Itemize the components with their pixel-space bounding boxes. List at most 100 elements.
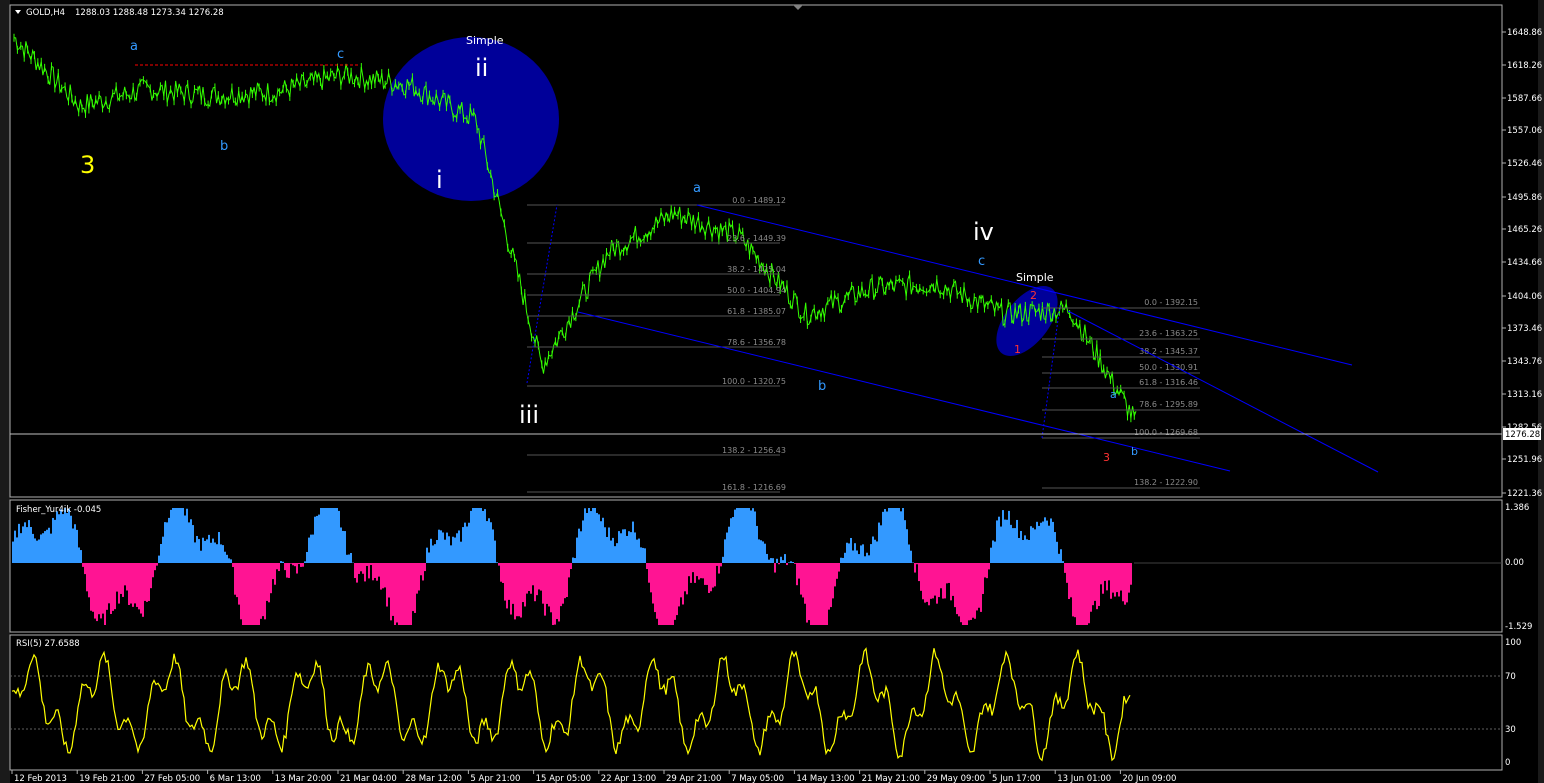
fisher-bar bbox=[502, 563, 504, 584]
fisher-bar bbox=[1008, 510, 1010, 563]
fisher-bar bbox=[258, 563, 260, 625]
price-axis-label: 1313.16 bbox=[1507, 390, 1542, 400]
fisher-bar bbox=[518, 563, 520, 617]
fisher-bar bbox=[1016, 519, 1018, 563]
fisher-bar bbox=[162, 536, 164, 563]
fisher-bar bbox=[36, 540, 38, 563]
fisher-bar bbox=[1004, 519, 1006, 563]
fisher-bar bbox=[628, 531, 630, 563]
fisher-bar bbox=[560, 563, 562, 607]
fisher-bar bbox=[216, 544, 218, 563]
fisher-bar bbox=[542, 563, 544, 604]
fisher-bar bbox=[642, 547, 644, 563]
fisher-bar bbox=[684, 563, 686, 592]
fisher-bar bbox=[1014, 528, 1016, 563]
price-axis-label: 1282.56 bbox=[1507, 423, 1542, 433]
fisher-bar bbox=[756, 525, 758, 563]
fisher-bar bbox=[758, 539, 760, 563]
fisher-bar bbox=[214, 542, 216, 563]
wave-label-b1: b bbox=[220, 139, 228, 154]
fisher-bar bbox=[522, 563, 524, 603]
fisher-bar bbox=[692, 563, 694, 573]
fisher-bar bbox=[378, 563, 380, 577]
fisher-bar bbox=[416, 563, 418, 594]
fisher-bar bbox=[658, 563, 660, 625]
fisher-bar bbox=[678, 563, 680, 607]
fisher-bar bbox=[1098, 563, 1100, 606]
fisher-bar bbox=[1082, 563, 1084, 625]
wave-label-iv: iv bbox=[973, 218, 994, 246]
fisher-bar bbox=[1108, 563, 1110, 581]
fisher-bar bbox=[174, 508, 176, 563]
fisher-bar bbox=[578, 528, 580, 563]
fisher-bar bbox=[492, 529, 494, 563]
fisher-bar bbox=[1074, 563, 1076, 618]
fisher-bar bbox=[610, 540, 612, 563]
fisher-bar bbox=[372, 563, 374, 581]
fib-level-label: 61.8 - 1385.07 bbox=[727, 307, 786, 316]
fisher-bar bbox=[910, 550, 912, 563]
time-axis-label: 19 Feb 21:00 bbox=[79, 774, 135, 783]
fisher-bar bbox=[496, 562, 498, 563]
fib-level-label: 50.0 - 1330.91 bbox=[1139, 363, 1198, 372]
fisher-bar bbox=[922, 563, 924, 600]
fisher-bar bbox=[1000, 526, 1002, 563]
fisher-bar bbox=[832, 563, 834, 599]
wave-label-c2: c bbox=[978, 254, 985, 269]
chart-svg[interactable]: GOLD,H4 1288.03 1288.48 1273.34 1276.28 … bbox=[0, 0, 1544, 783]
fisher-bar bbox=[584, 508, 586, 563]
fisher-bar bbox=[774, 563, 776, 573]
fisher-bar bbox=[962, 563, 964, 625]
fisher-bar bbox=[358, 563, 360, 574]
fisher-bar bbox=[722, 556, 724, 563]
fisher-bar bbox=[710, 563, 712, 592]
chart-window: GOLD,H4 1288.03 1288.48 1273.34 1276.28 … bbox=[0, 0, 1544, 783]
time-axis-label: 15 Apr 05:00 bbox=[536, 774, 591, 783]
fisher-bar bbox=[278, 563, 280, 572]
fisher-bar bbox=[262, 563, 264, 617]
fib-level-label: 78.6 - 1356.78 bbox=[727, 338, 786, 347]
fisher-bar bbox=[148, 563, 150, 601]
fisher-bar bbox=[400, 563, 402, 625]
fisher-bar bbox=[210, 542, 212, 563]
fisher-bar bbox=[364, 563, 366, 582]
fisher-bar bbox=[290, 563, 292, 564]
fisher-bar bbox=[86, 563, 88, 592]
fisher-bar bbox=[520, 563, 522, 618]
fisher-bar bbox=[812, 563, 814, 625]
fisher-bar bbox=[908, 544, 910, 563]
panel-handle-icon[interactable] bbox=[793, 5, 803, 10]
fisher-bar bbox=[168, 517, 170, 563]
fisher-bar bbox=[820, 563, 822, 625]
dropdown-arrow-icon[interactable] bbox=[15, 10, 21, 14]
fisher-bar bbox=[128, 563, 130, 605]
fisher-bar bbox=[102, 563, 104, 614]
fisher-bar bbox=[878, 522, 880, 563]
fisher-bar bbox=[998, 516, 1000, 563]
fisher-bar bbox=[836, 563, 838, 579]
fisher-bar bbox=[266, 563, 268, 601]
fisher-bar bbox=[100, 563, 102, 619]
fisher-bar bbox=[592, 508, 594, 563]
fisher-bar bbox=[782, 560, 784, 563]
fisher-bar bbox=[698, 563, 700, 580]
price-axis-label: 1648.86 bbox=[1507, 28, 1542, 38]
fib-level-label: 23.6 - 1363.25 bbox=[1139, 329, 1198, 338]
fisher-bar bbox=[50, 533, 52, 563]
fisher-bar bbox=[118, 563, 120, 604]
fisher-bar bbox=[694, 563, 696, 583]
fisher-bar bbox=[716, 563, 718, 566]
fisher-bar bbox=[654, 563, 656, 613]
fisher-bar bbox=[246, 563, 248, 625]
fisher-bar bbox=[180, 508, 182, 563]
fisher-bar bbox=[980, 563, 982, 612]
fisher-bar bbox=[230, 559, 232, 563]
fisher-bar bbox=[554, 563, 556, 625]
fisher-bar bbox=[824, 563, 826, 625]
fisher-bar bbox=[604, 527, 606, 563]
fisher-bar bbox=[640, 547, 642, 563]
fisher-bar bbox=[968, 563, 970, 621]
fisher-bar bbox=[98, 563, 100, 615]
fisher-tick-bottom: -1.529 bbox=[1505, 622, 1532, 632]
fisher-bar bbox=[938, 563, 940, 598]
